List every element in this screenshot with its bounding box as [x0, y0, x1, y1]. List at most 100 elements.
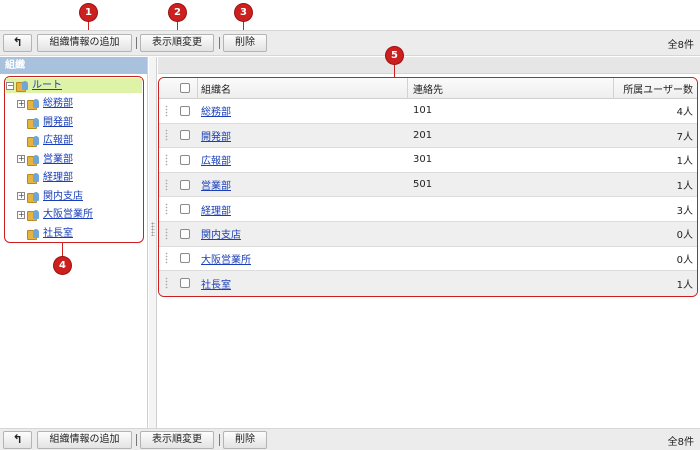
expand-icon[interactable]: + [17, 192, 25, 200]
column-header-user-count[interactable]: 所属ユーザー数 [615, 78, 693, 98]
annotation-marker-1: 1 [80, 4, 97, 21]
tree-item-koho[interactable]: 広報部 [17, 133, 73, 148]
table-row: 総務部 101 4人 [159, 99, 697, 124]
organization-icon [27, 154, 41, 166]
organization-name-link[interactable]: 大阪営業所 [201, 251, 251, 266]
drag-handle-icon[interactable] [159, 197, 173, 221]
organization-tree: − ルート + 総務部 開発部 広報部 + 営業部 経理部 + 関内支店 + 大阪営業所 … [4, 76, 144, 243]
toolbar-separator [219, 37, 220, 49]
tree-item-osaka[interactable]: + 大阪営業所 [17, 207, 93, 222]
row-checkbox[interactable] [180, 105, 190, 116]
organization-name-link[interactable]: 開発部 [201, 128, 231, 143]
drag-handle-icon[interactable] [159, 247, 173, 271]
contact-cell [413, 222, 613, 246]
user-count-cell: 4人 [676, 107, 693, 119]
tree-item-eigyo[interactable]: + 営業部 [17, 152, 73, 167]
tree-item-label[interactable]: ルート [32, 80, 62, 91]
column-header-contact[interactable]: 連絡先 [413, 78, 613, 98]
table-row: 開発部 201 7人 [159, 123, 697, 149]
tree-item-label[interactable]: 総務部 [43, 98, 73, 109]
tree-item-label[interactable]: 大阪営業所 [43, 209, 93, 220]
add-organization-button[interactable]: 組織情報の追加 [37, 431, 132, 449]
contact-cell [413, 247, 613, 271]
drag-handle-icon[interactable] [159, 173, 173, 197]
organization-tree-panel: 組織 − ルート + 総務部 開発部 広報部 + 営業部 経理部 + 関内支店 + 大阪営… [0, 57, 148, 428]
panel-splitter[interactable] [149, 57, 157, 428]
organization-icon [27, 228, 41, 240]
row-checkbox[interactable] [180, 228, 190, 239]
user-count-cell: 3人 [676, 205, 693, 217]
tree-item-label[interactable]: 社長室 [43, 228, 73, 239]
tree-panel-header: 組織 [0, 57, 147, 74]
toolbar-separator [136, 37, 137, 49]
tree-item-label[interactable]: 営業部 [43, 154, 73, 165]
tree-item-kannai[interactable]: + 関内支店 [17, 189, 83, 204]
tree-item-somu[interactable]: + 総務部 [17, 96, 73, 111]
expand-icon[interactable]: + [17, 155, 25, 163]
organization-name-link[interactable]: 経理部 [201, 202, 231, 217]
change-display-order-button[interactable]: 表示順変更 [140, 34, 214, 52]
row-checkbox[interactable] [180, 130, 190, 141]
select-all-checkbox[interactable] [180, 83, 190, 93]
table-row: 営業部 501 1人 [159, 172, 697, 198]
contact-cell [413, 197, 613, 221]
expand-icon[interactable]: + [17, 210, 25, 219]
organization-icon [27, 191, 41, 203]
change-display-order-button[interactable]: 表示順変更 [140, 431, 214, 449]
delete-button[interactable]: 削除 [223, 34, 267, 52]
table-row: 広報部 301 1人 [159, 148, 697, 173]
drag-handle-icon[interactable] [159, 148, 173, 172]
undo-arrow-icon: ↰ [12, 35, 23, 49]
toolbar-separator [136, 434, 137, 446]
drag-handle-icon[interactable] [159, 271, 173, 296]
bottom-toolbar: ↰ 組織情報の追加 表示順変更 削除 全8件 [0, 428, 700, 450]
user-count-cell: 0人 [676, 254, 693, 266]
organization-icon [27, 135, 41, 147]
list-panel-header [158, 57, 700, 74]
row-checkbox[interactable] [180, 154, 190, 165]
select-all-cell [173, 78, 197, 98]
delete-button[interactable]: 削除 [223, 431, 267, 449]
annotation-marker-3: 3 [235, 4, 252, 21]
drag-handle-icon[interactable] [159, 222, 173, 246]
organization-table: 組織名 連絡先 所属ユーザー数 総務部 101 4人 開発部 201 7人 広報… [158, 77, 698, 297]
expand-icon[interactable]: + [17, 99, 25, 108]
back-button[interactable]: ↰ [3, 431, 32, 449]
contact-cell: 501 [413, 179, 433, 191]
annotation-marker-2: 2 [169, 4, 186, 21]
contact-cell [413, 271, 613, 296]
organization-name-link[interactable]: 総務部 [201, 103, 231, 118]
add-organization-button[interactable]: 組織情報の追加 [37, 34, 132, 52]
splitter-grip-icon [151, 222, 155, 236]
drag-handle-icon[interactable] [159, 99, 173, 123]
row-checkbox[interactable] [180, 179, 190, 190]
organization-icon [27, 209, 41, 221]
user-count-cell: 1人 [676, 279, 693, 291]
tree-item-root[interactable]: − ルート [6, 78, 142, 93]
tree-item-keiri[interactable]: 経理部 [17, 170, 73, 185]
organization-name-link[interactable]: 関内支店 [201, 226, 241, 241]
drag-handle-icon[interactable] [159, 124, 173, 148]
collapse-icon[interactable]: − [6, 81, 14, 90]
tree-item-label[interactable]: 関内支店 [43, 191, 83, 202]
tree-item-kaihatsu[interactable]: 開発部 [17, 115, 73, 130]
contact-cell: 101 [413, 105, 433, 117]
organization-name-link[interactable]: 広報部 [201, 152, 231, 167]
total-count: 全8件 [667, 437, 694, 448]
column-header-name[interactable]: 組織名 [201, 78, 407, 98]
organization-icon [27, 117, 41, 129]
tree-item-label[interactable]: 開発部 [43, 117, 73, 128]
table-row: 経理部 3人 [159, 197, 697, 222]
organization-name-link[interactable]: 営業部 [201, 177, 231, 192]
row-checkbox[interactable] [180, 204, 190, 215]
row-checkbox[interactable] [180, 253, 190, 264]
row-checkbox[interactable] [180, 278, 190, 289]
tree-item-label[interactable]: 広報部 [43, 135, 73, 146]
back-button[interactable]: ↰ [3, 34, 32, 52]
tree-item-shacho[interactable]: 社長室 [17, 226, 73, 241]
organization-list-panel: 組織名 連絡先 所属ユーザー数 総務部 101 4人 開発部 201 7人 広報… [158, 57, 700, 428]
contact-cell: 301 [413, 154, 433, 166]
organization-name-link[interactable]: 社長室 [201, 276, 231, 291]
tree-item-label[interactable]: 経理部 [43, 172, 73, 183]
table-row: 関内支店 0人 [159, 222, 697, 247]
